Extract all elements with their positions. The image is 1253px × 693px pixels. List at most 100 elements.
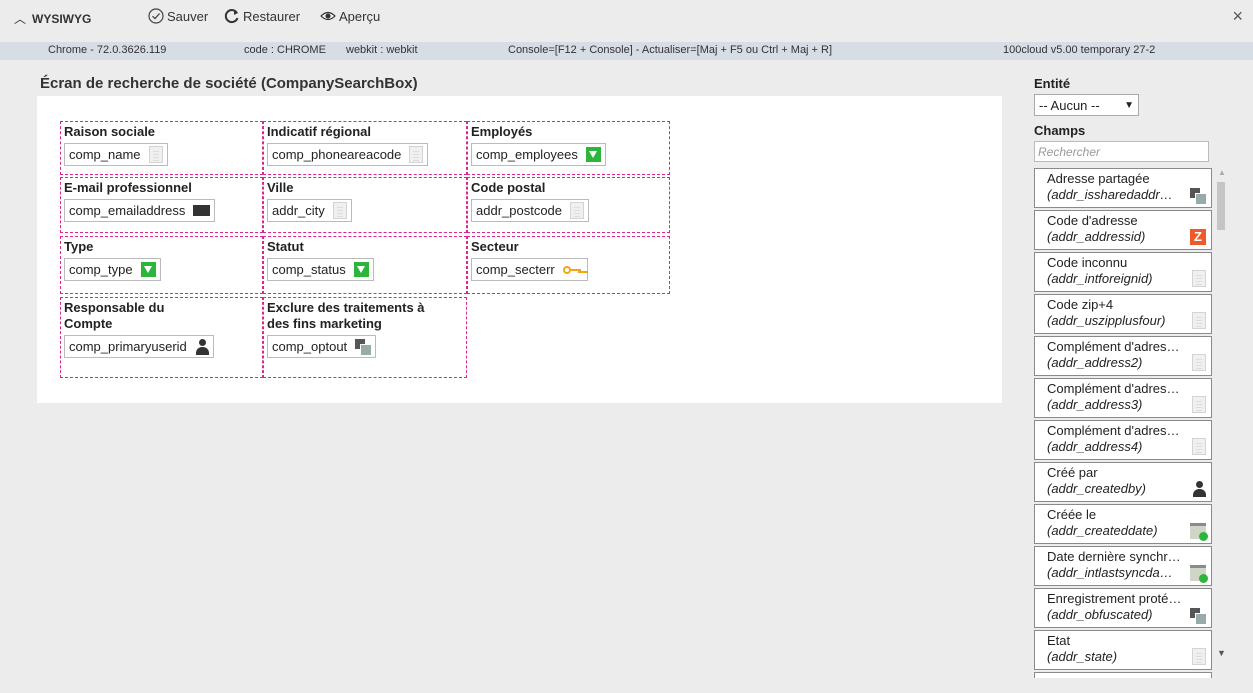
field-item-label: Complément d'adres… bbox=[1047, 339, 1180, 354]
field-item[interactable]: Date dernière synchr… (addr_intlastsyncd… bbox=[1034, 546, 1212, 586]
field-name: comp_emailaddress bbox=[69, 203, 186, 218]
field-item-code: (addr_addressid) bbox=[1047, 229, 1146, 244]
refresh-icon bbox=[224, 9, 239, 24]
text-icon bbox=[332, 202, 347, 219]
entity-label: Entité bbox=[1034, 76, 1071, 91]
field-name: comp_type bbox=[69, 262, 133, 277]
cell-field[interactable]: comp_employees bbox=[471, 143, 606, 166]
field-item-label: Complément d'adres… bbox=[1047, 423, 1180, 438]
text-icon bbox=[1192, 438, 1206, 455]
field-item[interactable]: Code inconnu (addr_intforeignid) bbox=[1034, 252, 1212, 292]
wysiwyg-title: WYSIWYG bbox=[32, 11, 92, 26]
checkbox-icon bbox=[1190, 188, 1207, 205]
select-icon bbox=[353, 262, 369, 277]
field-item-code: (addr_createdby) bbox=[1047, 481, 1146, 496]
layout-cell[interactable]: Employés comp_employees bbox=[467, 121, 670, 175]
cell-field[interactable]: addr_postcode bbox=[471, 199, 590, 222]
entity-selected-value: -- Aucun -- bbox=[1039, 97, 1100, 113]
layout-cell[interactable]: E-mail professionnel comp_emailaddress bbox=[60, 177, 263, 233]
scroll-thumb[interactable] bbox=[1217, 182, 1225, 230]
wysiwyg-toolbar: ︿ WYSIWYG Sauver Restaurer Aperçu × bbox=[0, 0, 1253, 42]
calendar-icon bbox=[1190, 523, 1208, 541]
field-list-scrollbar[interactable]: ▲ ▼ bbox=[1214, 168, 1230, 678]
cell-label: Raison sociale bbox=[64, 124, 156, 139]
user-icon bbox=[195, 338, 209, 355]
scroll-down-icon[interactable]: ▼ bbox=[1217, 648, 1226, 658]
scroll-up-icon[interactable]: ▲ bbox=[1218, 168, 1226, 177]
field-name: comp_phoneareacode bbox=[272, 147, 402, 162]
save-button[interactable]: Sauver bbox=[148, 8, 208, 24]
field-list: Adresse partagée (addr_issharedaddr… Cod… bbox=[1034, 168, 1212, 678]
field-item-code: (addr_address2) bbox=[1047, 355, 1143, 370]
field-item[interactable]: Complément d'adres… (addr_address3) bbox=[1034, 378, 1212, 418]
cell-label: Responsable du Compte bbox=[64, 300, 165, 331]
layout-cell[interactable]: Secteur comp_secterr bbox=[467, 236, 670, 294]
eye-icon bbox=[320, 11, 336, 21]
calendar-icon bbox=[1190, 565, 1208, 583]
field-item[interactable]: Code zip+4 (addr_uszipplusfour) bbox=[1034, 294, 1212, 334]
cell-field[interactable]: comp_emailaddress bbox=[64, 199, 216, 222]
cell-field[interactable]: comp_status bbox=[267, 258, 374, 281]
layout-cell[interactable]: Statut comp_status bbox=[263, 236, 467, 294]
layout-cell[interactable]: Type comp_type bbox=[60, 236, 263, 294]
field-item[interactable]: Complément d'adres… (addr_address2) bbox=[1034, 336, 1212, 376]
preview-button[interactable]: Aperçu bbox=[320, 8, 380, 24]
layout-cell[interactable]: Responsable du Compte comp_primaryuserid bbox=[60, 297, 263, 378]
text-icon bbox=[570, 202, 585, 219]
cell-field[interactable]: comp_secterr bbox=[471, 258, 588, 281]
layout-cell[interactable]: Indicatif régional comp_phoneareacode bbox=[263, 121, 467, 175]
text-icon bbox=[148, 146, 163, 163]
field-item-code: (addr_obfuscated) bbox=[1047, 607, 1153, 622]
close-icon[interactable]: × bbox=[1232, 6, 1243, 27]
select-icon bbox=[140, 262, 156, 277]
field-item-label: Enregistrement proté… bbox=[1047, 591, 1182, 606]
webkit-info: webkit : webkit bbox=[346, 44, 418, 56]
field-item[interactable]: Créé par (addr_createdby) bbox=[1034, 462, 1212, 502]
field-item-code: (addr_issharedaddr… bbox=[1047, 187, 1173, 202]
cell-label: Type bbox=[64, 239, 94, 254]
field-name: comp_name bbox=[69, 147, 141, 162]
field-item-label: Créé par bbox=[1047, 465, 1098, 480]
field-item-code: (addr_address3) bbox=[1047, 397, 1143, 412]
cell-field[interactable]: comp_phoneareacode bbox=[267, 143, 429, 166]
field-name: addr_postcode bbox=[476, 203, 563, 218]
field-name: comp_optout bbox=[272, 339, 348, 354]
cell-label: Code postal bbox=[471, 180, 546, 195]
field-item[interactable]: Enregistrement proté… (addr_obfuscated) bbox=[1034, 588, 1212, 628]
layout-cell[interactable]: Code postal addr_postcode bbox=[467, 177, 670, 233]
console-info: Console=[F12 + Console] - Actualiser=[Ma… bbox=[508, 44, 833, 56]
field-name: addr_city bbox=[272, 203, 325, 218]
field-item[interactable]: Etat (addr_state) bbox=[1034, 630, 1212, 670]
field-search-input[interactable] bbox=[1034, 141, 1209, 162]
layout-cell[interactable]: Raison sociale comp_name bbox=[60, 121, 263, 175]
field-item-code: (addr_intlastsyncda… bbox=[1047, 565, 1173, 580]
field-item[interactable]: Code d'adresse (addr_addressid) Z bbox=[1034, 210, 1212, 250]
field-item[interactable]: Créée le (addr_createddate) bbox=[1034, 504, 1212, 544]
email-icon bbox=[193, 205, 211, 216]
cell-field[interactable]: comp_optout bbox=[267, 335, 377, 358]
environment-infobar: Chrome - 72.0.3626.119 code : CHROME web… bbox=[0, 42, 1253, 60]
cell-field[interactable]: comp_primaryuserid bbox=[64, 335, 214, 358]
layout-cell[interactable]: Ville addr_city bbox=[263, 177, 467, 233]
field-item-label: Adresse partagée bbox=[1047, 171, 1150, 186]
field-item-label: Code zip+4 bbox=[1047, 297, 1114, 312]
field-item-code: (addr_state) bbox=[1047, 649, 1118, 664]
field-item[interactable]: Adresse partagée (addr_issharedaddr… bbox=[1034, 168, 1212, 208]
field-item[interactable]: Complément d'adres… (addr_address4) bbox=[1034, 420, 1212, 460]
restore-button[interactable]: Restaurer bbox=[224, 8, 300, 24]
text-icon bbox=[1192, 648, 1206, 665]
entity-select[interactable]: -- Aucun -- ▼ bbox=[1034, 94, 1139, 116]
field-item-label: Complément d'adres… bbox=[1047, 381, 1180, 396]
text-icon bbox=[1192, 354, 1206, 371]
caret-down-icon: ▼ bbox=[1124, 99, 1134, 111]
cell-field[interactable]: comp_name bbox=[64, 143, 168, 166]
id-icon: Z bbox=[1190, 229, 1206, 245]
save-label: Sauver bbox=[167, 8, 209, 24]
field-item[interactable] bbox=[1034, 672, 1212, 678]
cell-field[interactable]: comp_type bbox=[64, 258, 161, 281]
field-item-label: Créée le bbox=[1047, 507, 1097, 522]
wysiwyg-collapse-toggle[interactable]: ︿ WYSIWYG bbox=[14, 10, 91, 27]
cell-field[interactable]: addr_city bbox=[267, 199, 352, 222]
check-circle-icon bbox=[148, 8, 164, 24]
layout-cell[interactable]: Exclure des traitements à des fins marke… bbox=[263, 297, 467, 378]
